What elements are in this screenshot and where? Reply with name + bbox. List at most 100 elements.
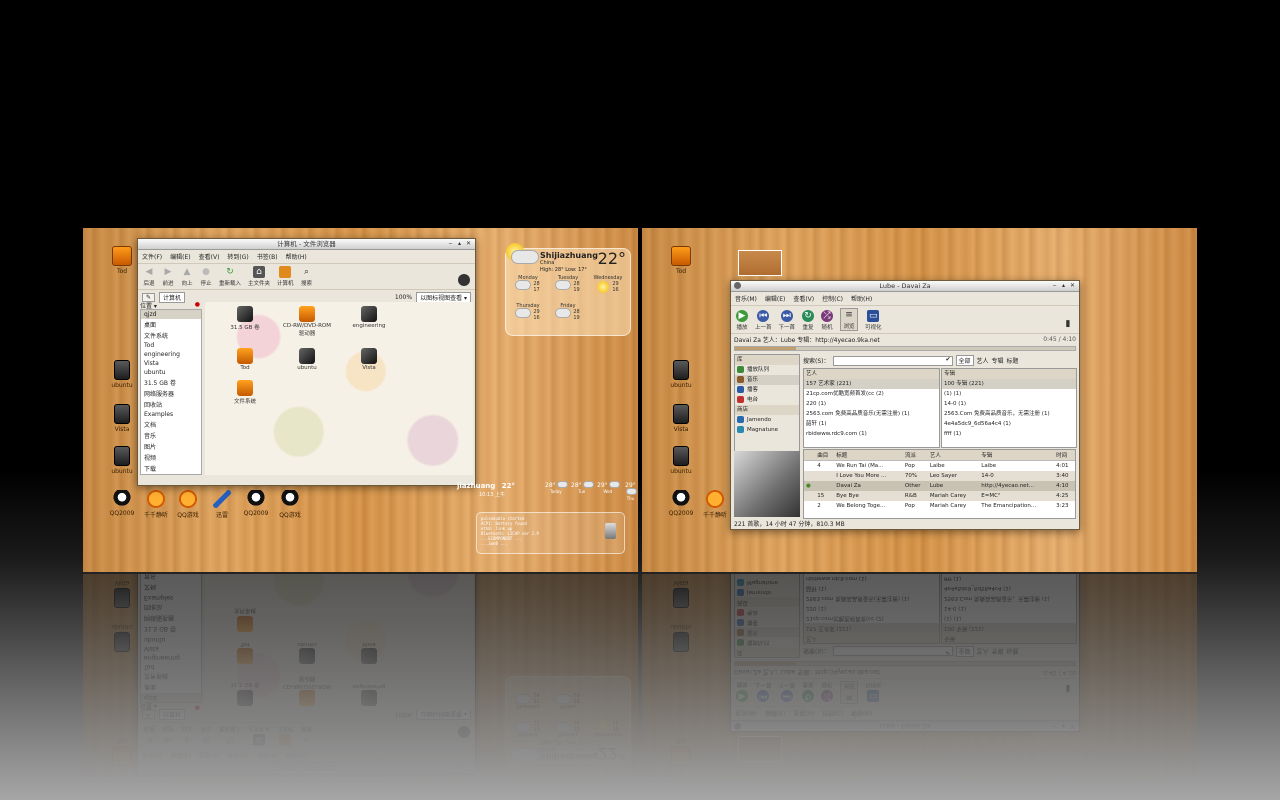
home-button[interactable]: ⌂ 主文件夹 — [248, 266, 270, 287]
source-item[interactable]: 播客 — [735, 385, 799, 395]
browser-row[interactable]: 2563.Com 免费高品质音乐，无需注册 (1) — [942, 409, 1076, 419]
source-item[interactable]: Magnatune — [735, 425, 799, 435]
desktop-icon-ubuntu-2[interactable]: ubuntu — [105, 446, 139, 475]
minimize-icon[interactable]: ‒ — [447, 240, 454, 247]
computer-button[interactable]: 计算机 — [277, 266, 294, 287]
browser-row[interactable]: 21cp.com优酷宽频首发(cc (2) — [804, 389, 939, 399]
file-item[interactable]: CD-RW/DVD-ROM 驱动器 — [281, 306, 333, 337]
title-bar[interactable]: 计算机 - 文件浏览器 ‒ ▴ ✕ — [138, 239, 475, 250]
file-view[interactable]: 31.5 GB 卷 CD-RW/DVD-ROM 驱动器 engineering Tod… — [205, 302, 473, 475]
browser-row[interactable]: rbidwww.rdc9.com (1) — [804, 429, 939, 439]
places-item[interactable]: 文档 — [141, 419, 201, 430]
browser-row[interactable]: 2563.com 免费高品质音乐(无需注册) (1) — [804, 409, 939, 419]
desktop-icon-vista[interactable]: Vista — [664, 404, 698, 433]
dock-item-qq[interactable]: QQ2009 — [105, 490, 139, 517]
forward-button[interactable]: ▶ 前进 — [162, 266, 174, 287]
source-item[interactable]: Jamendo — [735, 415, 799, 425]
search-input[interactable]: ✔ — [832, 355, 953, 366]
browser-row[interactable]: 100 专辑 (221) — [942, 379, 1076, 389]
dock-item-qqgame[interactable]: QQ游戏 — [171, 490, 205, 519]
menu-view[interactable]: 查看(V) — [199, 252, 220, 261]
clear-search-icon[interactable]: ✔ — [945, 356, 950, 363]
places-item[interactable]: 回收站 — [141, 399, 201, 410]
column-header[interactable]: 艺人 — [804, 369, 939, 379]
menu-view[interactable]: 查看(V) — [793, 294, 814, 303]
menu-control[interactable]: 控制(C) — [822, 294, 843, 303]
music-player-window[interactable]: Lube - Davai Za ‒ ▴ ✕ 音乐(M) 编辑(E) 查看(V) … — [730, 280, 1080, 530]
desktop-icon-ubuntu[interactable]: ubuntu — [664, 360, 698, 389]
close-pane-icon[interactable]: ● — [195, 301, 200, 308]
track-list[interactable]: 曲目 标题 流派 艺人 专辑 时间 4 We Run Tai (Ma... Pop Laibe La… — [803, 449, 1076, 519]
previous-button[interactable]: ⏮ 上一首 — [755, 310, 772, 331]
dock-item-qqgame-2[interactable]: QQ游戏 — [273, 490, 307, 519]
places-item[interactable]: Vista — [141, 359, 201, 368]
visualization-button[interactable]: ▭ 可视化 — [865, 310, 882, 331]
stop-button[interactable]: ● 停止 — [200, 266, 212, 287]
source-item[interactable]: 音乐 — [735, 375, 799, 385]
track-row[interactable]: I Love You More ... 70% Leo Sayer 14-0 3:40 — [804, 471, 1075, 481]
desktop-icon-vista[interactable]: Vista — [105, 404, 139, 433]
dock-item-ttplayer[interactable]: 千千静听 — [698, 490, 732, 519]
places-item[interactable]: ubuntu — [141, 368, 201, 377]
title-bar[interactable]: Lube - Davai Za ‒ ▴ ✕ — [731, 281, 1079, 292]
next-button[interactable]: ⏭ 下一首 — [779, 310, 795, 331]
places-item[interactable]: 文件系统 — [141, 330, 201, 341]
up-button[interactable]: ▲ 向上 — [181, 266, 193, 287]
places-item[interactable]: engineering — [141, 350, 201, 359]
shuffle-button[interactable]: ⤮ 随机 — [821, 310, 834, 331]
desktop-icon-tod[interactable]: Tod — [664, 246, 698, 275]
desktop-icon-tod[interactable]: Tod — [105, 246, 139, 275]
file-manager-window[interactable]: 计算机 - 文件浏览器 ‒ ▴ ✕ 文件(F) 编辑(E) 查看(V) 转到(G… — [137, 238, 476, 486]
filter-all-button[interactable]: 全部 — [955, 355, 974, 366]
browser-row[interactable]: 220 (1) — [804, 399, 939, 409]
track-row[interactable]: 15 Bye Bye R&B Mariah Carey E=MC² 4:25 — [804, 491, 1075, 501]
menu-help[interactable]: 帮助(H) — [286, 252, 307, 261]
file-item[interactable]: Vista — [343, 348, 395, 371]
repeat-button[interactable]: ↻ 重复 — [802, 310, 815, 331]
column-header[interactable]: 艺人 — [927, 450, 980, 461]
source-item[interactable]: 播放队列 — [735, 365, 799, 375]
menu-edit[interactable]: 编辑(E) — [170, 252, 190, 261]
workspace-left[interactable]: Tod ubuntu Vista ubuntu QQ2009 千千静听 QQ游戏… — [83, 228, 638, 572]
browser-row[interactable]: 14-0 (1) — [942, 399, 1076, 409]
column-header[interactable]: 流派 — [902, 450, 928, 461]
menu-file[interactable]: 文件(F) — [142, 252, 162, 261]
places-item[interactable]: Tod — [141, 341, 201, 350]
menu-bookmarks[interactable]: 书签(B) — [257, 252, 278, 261]
window-thumbnail[interactable] — [738, 250, 782, 276]
places-item[interactable]: 31.5 GB 卷 — [141, 377, 201, 388]
play-button[interactable]: ▶ 播放 — [736, 310, 748, 331]
file-item[interactable]: Tod — [219, 348, 271, 371]
seek-bar[interactable] — [734, 346, 1076, 351]
desktop-icon-ubuntu-2[interactable]: ubuntu — [664, 446, 698, 475]
places-item[interactable]: Examples — [141, 410, 201, 419]
close-icon[interactable]: ✕ — [465, 240, 472, 247]
browser-row[interactable]: (1) (1) — [942, 389, 1076, 399]
maximize-icon[interactable]: ▴ — [456, 240, 463, 247]
maximize-icon[interactable]: ▴ — [1060, 282, 1067, 289]
column-header[interactable]: 时间 — [1054, 450, 1075, 461]
browser-row[interactable]: 4e4a5dc9_6d56a4c4 (1) — [942, 419, 1076, 429]
browser-row[interactable]: ffff (1) — [942, 429, 1076, 439]
terminal-widget[interactable]: pulseaudio started ACPI: Battery found eth… — [476, 512, 625, 554]
close-icon[interactable]: ✕ — [1069, 282, 1076, 289]
dock-item-qq-2[interactable]: QQ2009 — [239, 490, 273, 517]
column-header[interactable]: 专辑 — [979, 450, 1055, 461]
places-item[interactable]: 下载 — [141, 463, 201, 474]
dock-item-thunder[interactable]: 迅雷 — [205, 490, 239, 519]
places-item[interactable]: 音乐 — [141, 430, 201, 441]
column-header[interactable]: 曲目 — [815, 450, 835, 461]
filter-album-button[interactable]: 专辑 — [992, 356, 1004, 365]
desktop-icon-ubuntu[interactable]: ubuntu — [105, 360, 139, 389]
track-row[interactable]: 2 We Belong Toge... Pop Mariah Carey The Ema… — [804, 501, 1075, 511]
column-header[interactable]: 标题 — [834, 450, 903, 461]
filter-title-button[interactable]: 标题 — [1007, 356, 1019, 365]
workspace-right[interactable]: Tod ubuntu Vista ubuntu QQ2009 千千静听 Lube… — [642, 228, 1197, 572]
source-item[interactable]: 电台 — [735, 395, 799, 405]
file-item[interactable]: 31.5 GB 卷 — [219, 306, 271, 331]
track-row[interactable]: 4 We Run Tai (Ma... Pop Laibe Laibe 4:01 — [804, 461, 1075, 472]
column-header[interactable]: 专辑 — [942, 369, 1076, 379]
browser-row[interactable]: 韶轩 (1) — [804, 419, 939, 429]
back-button[interactable]: ◀ 后退 — [143, 266, 155, 287]
menu-edit[interactable]: 编辑(E) — [765, 294, 785, 303]
